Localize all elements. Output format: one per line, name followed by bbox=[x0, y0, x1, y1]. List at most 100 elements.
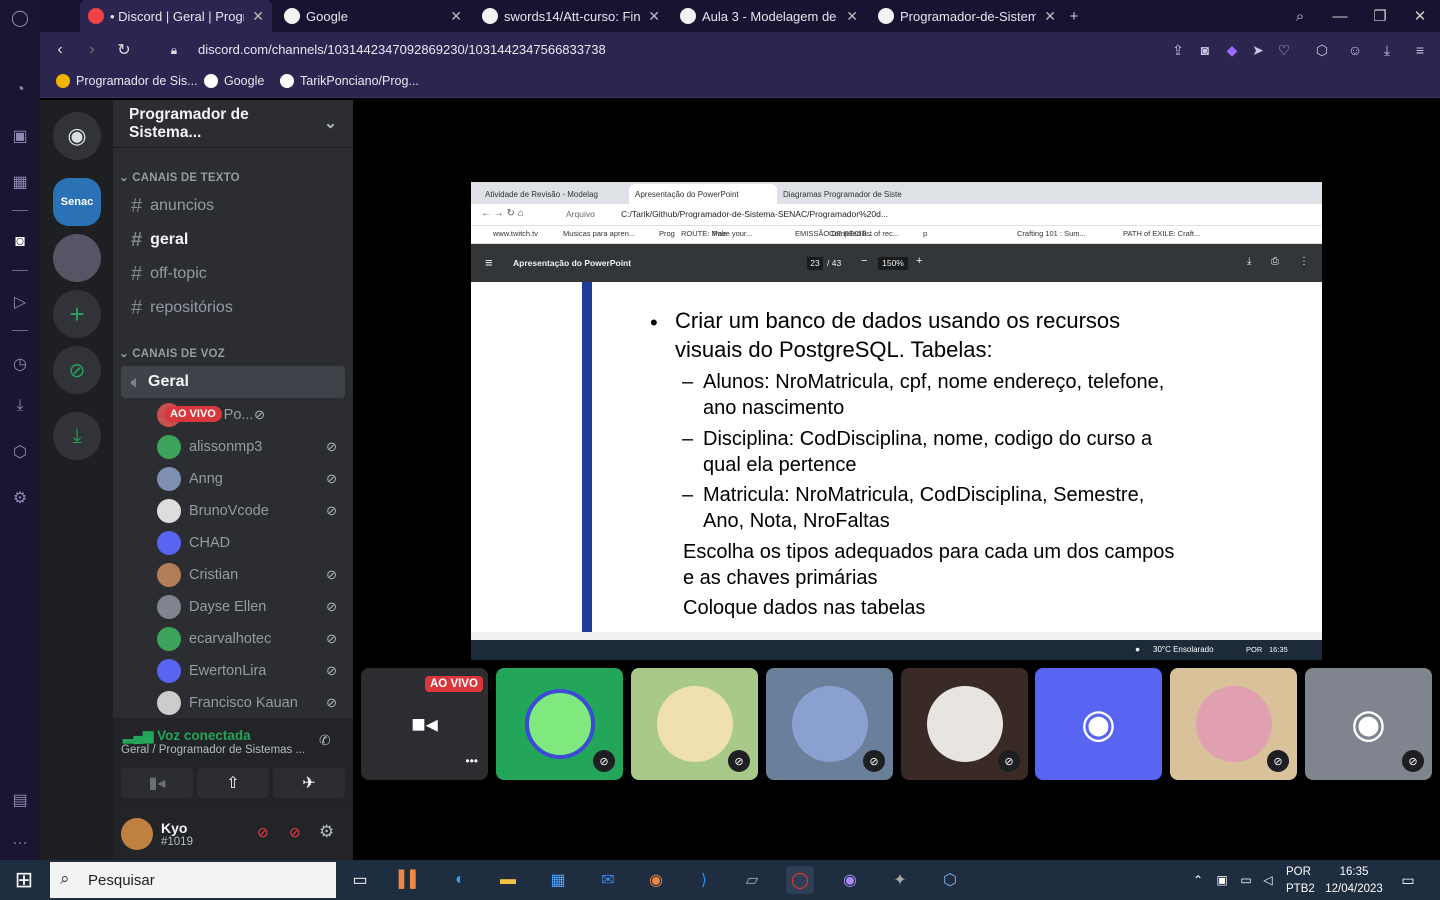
server-senac[interactable]: Senac bbox=[53, 178, 101, 226]
share-icon[interactable]: ⇪ bbox=[1168, 40, 1188, 60]
close-tab-icon[interactable]: ✕ bbox=[450, 8, 462, 25]
more-icon[interactable]: … bbox=[8, 828, 32, 852]
restore-icon[interactable]: ❐ bbox=[1360, 0, 1400, 32]
voice-user[interactable]: Francisco Kauan ⊘ bbox=[157, 688, 345, 718]
vscode-icon[interactable]: ⟩ bbox=[690, 866, 718, 894]
camera-button[interactable]: ▮◂ bbox=[121, 768, 193, 798]
tile-stream-preview[interactable]: AO VIVO ■◂ ••• bbox=[361, 668, 488, 780]
channel-geral[interactable]: # geral bbox=[121, 224, 345, 256]
close-tab-icon[interactable]: ✕ bbox=[648, 8, 660, 25]
menu-icon[interactable]: ≡ bbox=[1410, 40, 1430, 60]
tile-user[interactable]: ◉ bbox=[1035, 668, 1162, 780]
voice-channel-geral[interactable]: 🔈︎ Geral bbox=[121, 366, 345, 398]
avatar[interactable] bbox=[121, 818, 153, 850]
screen-share-button[interactable]: ⇧ bbox=[197, 768, 269, 798]
opera-logo-icon[interactable]: ◯ bbox=[8, 6, 32, 30]
box-icon[interactable]: ⬡ bbox=[1312, 40, 1332, 60]
profile-icon[interactable]: ☺ bbox=[1345, 40, 1365, 60]
voice-user[interactable]: Anng ⊘ bbox=[157, 464, 345, 494]
user-settings-icon[interactable]: ⚙ bbox=[319, 822, 334, 842]
deafen-icon[interactable]: ⊘ bbox=[289, 824, 301, 841]
bookmark[interactable]: Google bbox=[204, 74, 264, 88]
notifications-icon[interactable]: ▭ bbox=[1394, 866, 1422, 894]
text-category[interactable]: ⌄ CANAIS DE TEXTO bbox=[119, 170, 240, 184]
close-tab-icon[interactable]: ✕ bbox=[1044, 8, 1056, 25]
close-window-icon[interactable]: ✕ bbox=[1400, 0, 1440, 32]
speed-dial-icon[interactable]: ◔ bbox=[8, 78, 32, 102]
voice-user[interactable]: CHAD bbox=[157, 528, 345, 558]
store-icon[interactable]: ▦ bbox=[544, 866, 572, 894]
opera-icon[interactable]: ◯ bbox=[786, 866, 814, 894]
add-server-icon[interactable]: + bbox=[53, 290, 101, 338]
file-explorer-icon[interactable]: ▬ bbox=[494, 866, 522, 894]
minimize-icon[interactable]: — bbox=[1320, 0, 1360, 32]
tab-discord[interactable]: • Discord | Geral | Progr ✕ bbox=[80, 0, 272, 32]
language-indicator[interactable]: POR PTB2 bbox=[1286, 864, 1315, 898]
voice-user[interactable]: ecarvalhotec ⊘ bbox=[157, 624, 345, 654]
explore-icon[interactable]: ⊘ bbox=[53, 346, 101, 394]
screen-share-view[interactable]: Atividade de Revisão - Modelag Apresenta… bbox=[471, 182, 1322, 660]
send-icon[interactable]: ➤ bbox=[1248, 40, 1268, 60]
pgadmin-icon[interactable]: ⬡ bbox=[936, 866, 964, 894]
voice-user[interactable]: alissonmp3 ⊘ bbox=[157, 432, 345, 462]
channel-repositorios[interactable]: # repositórios bbox=[121, 292, 345, 324]
volume-icon[interactable]: ◁ bbox=[1254, 866, 1282, 894]
forward-icon[interactable]: › bbox=[82, 40, 102, 60]
discord-sidebar-icon[interactable]: ◙ bbox=[8, 230, 32, 254]
windows-start-icon[interactable]: ⊞ bbox=[10, 866, 38, 894]
tile-user[interactable]: ⊘ bbox=[496, 668, 623, 780]
voice-user[interactable]: Dayse Ellen ⊘ bbox=[157, 592, 345, 622]
downloads-icon[interactable]: ⤓ bbox=[8, 394, 32, 418]
channel-anuncios[interactable]: # anuncios bbox=[121, 190, 345, 222]
activity-button[interactable]: ✈ bbox=[273, 768, 345, 798]
back-icon[interactable]: ‹ bbox=[50, 40, 70, 60]
tile-user[interactable]: ⊘ bbox=[631, 668, 758, 780]
close-tab-icon[interactable]: ✕ bbox=[252, 8, 264, 25]
reload-icon[interactable]: ↻ bbox=[114, 40, 134, 60]
history-icon[interactable]: ◷ bbox=[8, 352, 32, 376]
tab-google[interactable]: Google ✕ bbox=[276, 0, 470, 32]
voice-location[interactable]: Geral / Programador de Sistemas ... bbox=[121, 744, 305, 756]
gallery-icon[interactable]: ▤ bbox=[8, 788, 32, 812]
close-tab-icon[interactable]: ✕ bbox=[846, 8, 858, 25]
bookmark[interactable]: TarikPonciano/Prog... bbox=[280, 74, 419, 88]
tile-user[interactable]: ⊘ bbox=[766, 668, 893, 780]
voice-user[interactable]: BrunoVcode ⊘ bbox=[157, 496, 345, 526]
discord-home-icon[interactable]: ◉ bbox=[53, 112, 101, 160]
heart-icon[interactable]: ♡ bbox=[1274, 40, 1294, 60]
server-avatar[interactable] bbox=[53, 234, 101, 282]
url-field[interactable]: discord.com/channels/1031442347092869230… bbox=[198, 42, 606, 57]
mute-icon[interactable]: ⊘ bbox=[257, 824, 269, 841]
player-icon[interactable]: ▷ bbox=[8, 290, 32, 314]
voice-user[interactable]: EwertonLira ⊘ bbox=[157, 656, 345, 686]
bot-icon[interactable]: ▦ bbox=[8, 170, 32, 194]
tile-user[interactable]: ◉ ⊘ bbox=[1305, 668, 1432, 780]
new-tab-icon[interactable]: + bbox=[1062, 0, 1086, 32]
more-icon[interactable]: ••• bbox=[465, 754, 478, 768]
vpn-shield-icon[interactable]: ◆ bbox=[1222, 40, 1242, 60]
tab-aula3[interactable]: Aula 3 - Modelagem de da ✕ bbox=[672, 0, 866, 32]
discord-icon[interactable]: ◉ bbox=[836, 866, 864, 894]
briefcase-icon[interactable]: ▣ bbox=[8, 124, 32, 148]
disconnect-icon[interactable]: ✆ bbox=[319, 732, 331, 749]
tile-user[interactable]: ⊘ bbox=[901, 668, 1028, 780]
extensions-icon[interactable]: ⬡ bbox=[8, 440, 32, 464]
tile-user[interactable]: ⊘ bbox=[1170, 668, 1297, 780]
camera-icon[interactable]: ◙ bbox=[1195, 40, 1215, 60]
app-icon[interactable]: ▌▌ bbox=[396, 866, 424, 894]
tab-github-programador[interactable]: Programador-de-Sistema-S ✕ bbox=[870, 0, 1064, 32]
tab-github-swords[interactable]: swords14/Att-curso: Finaliz ✕ bbox=[474, 0, 668, 32]
lock-icon[interactable]: 🔒︎ bbox=[164, 40, 184, 60]
voice-category[interactable]: ⌄ CANAIS DE VOZ bbox=[119, 346, 225, 360]
settings-icon[interactable]: ⚙ bbox=[8, 486, 32, 510]
download-apps-icon[interactable]: ⤓ bbox=[53, 412, 101, 460]
server-header[interactable]: Programador de Sistema... ⌄ bbox=[113, 100, 353, 148]
voice-user[interactable]: Cristian ⊘ bbox=[157, 560, 345, 590]
search-tabs-icon[interactable]: ⌕ bbox=[1280, 0, 1320, 32]
task-view-icon[interactable]: ▭ bbox=[346, 866, 374, 894]
clock[interactable]: 16:35 12/04/2023 bbox=[1322, 864, 1386, 898]
app-icon[interactable]: ▱ bbox=[738, 866, 766, 894]
download-icon[interactable]: ⤓ bbox=[1377, 40, 1397, 60]
bookmark[interactable]: Programador de Sis... bbox=[56, 74, 198, 88]
channel-off-topic[interactable]: # off-topic bbox=[121, 258, 345, 290]
